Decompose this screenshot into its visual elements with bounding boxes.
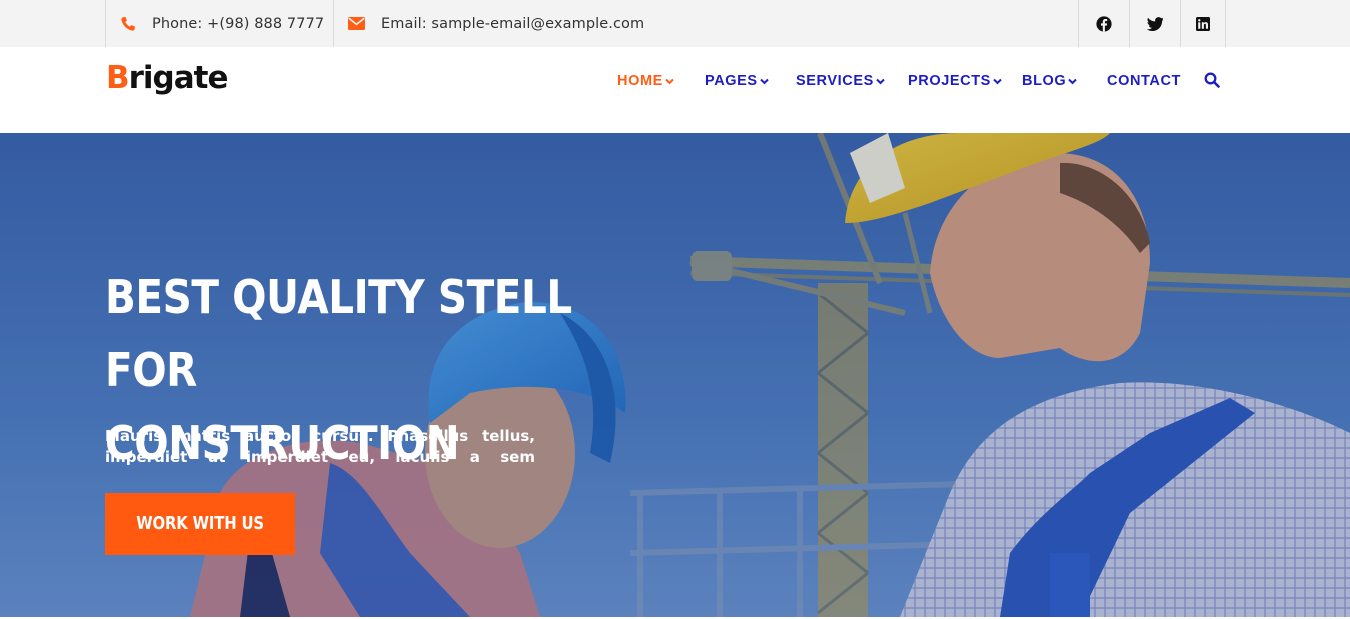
phone-contact[interactable]: Phone: +(98) 888 7777 (105, 0, 333, 47)
work-with-us-button[interactable]: WORK WITH US (105, 493, 295, 555)
twitter-icon (1147, 16, 1163, 31)
linkedin-link[interactable] (1180, 0, 1226, 47)
nav-item-services[interactable]: SERVICES (796, 71, 885, 91)
top-bar: Phone: +(98) 888 7777 Email: sample-emai… (0, 0, 1350, 47)
chevron-down-icon (1068, 78, 1078, 84)
nav-item-blog[interactable]: BLOG (1022, 71, 1078, 91)
envelope-icon (348, 17, 365, 30)
search-button[interactable] (1204, 72, 1220, 93)
chevron-down-icon (665, 78, 674, 84)
facebook-link[interactable] (1078, 0, 1129, 47)
chevron-down-icon (993, 78, 1002, 84)
hero-banner: BEST QUALITY STELL FOR CONSTRUCTION Maur… (0, 133, 1350, 617)
nav-item-home[interactable]: HOME (617, 71, 674, 91)
hero-title-line-1: BEST QUALITY STELL FOR (105, 270, 572, 397)
nav-label-home: HOME (617, 73, 663, 89)
nav-label-services: SERVICES (796, 73, 874, 89)
hero-subtitle: Mauris mattis auctor cursus. Phasellus t… (105, 427, 535, 466)
chevron-down-icon (759, 78, 769, 84)
nav-item-contact[interactable]: CONTACT (1107, 71, 1181, 91)
nav-item-projects[interactable]: PROJECTS (908, 71, 1002, 91)
nav-label-pages: PAGES (705, 73, 758, 89)
main-nav: HOME PAGES SERVICES PROJECTS BLOG CONTAC… (0, 47, 1350, 115)
twitter-link[interactable] (1129, 0, 1180, 47)
phone-icon (121, 16, 135, 31)
phone-text: Phone: +(98) 888 7777 (152, 15, 325, 32)
email-text: Email: sample-email@example.com (381, 15, 645, 32)
nav-item-pages[interactable]: PAGES (705, 71, 769, 91)
search-icon (1204, 72, 1220, 88)
facebook-icon (1096, 15, 1112, 32)
nav-label-contact: CONTACT (1107, 73, 1182, 89)
work-with-us-label: WORK WITH US (136, 514, 264, 534)
chevron-down-icon (876, 78, 885, 84)
nav-label-blog: BLOG (1022, 73, 1067, 89)
main-header: Brigate HOME PAGES SERVICES PROJECTS BLO… (0, 47, 1350, 133)
email-contact[interactable]: Email: sample-email@example.com (333, 0, 673, 47)
linkedin-icon (1196, 16, 1210, 31)
nav-label-projects: PROJECTS (908, 73, 991, 89)
